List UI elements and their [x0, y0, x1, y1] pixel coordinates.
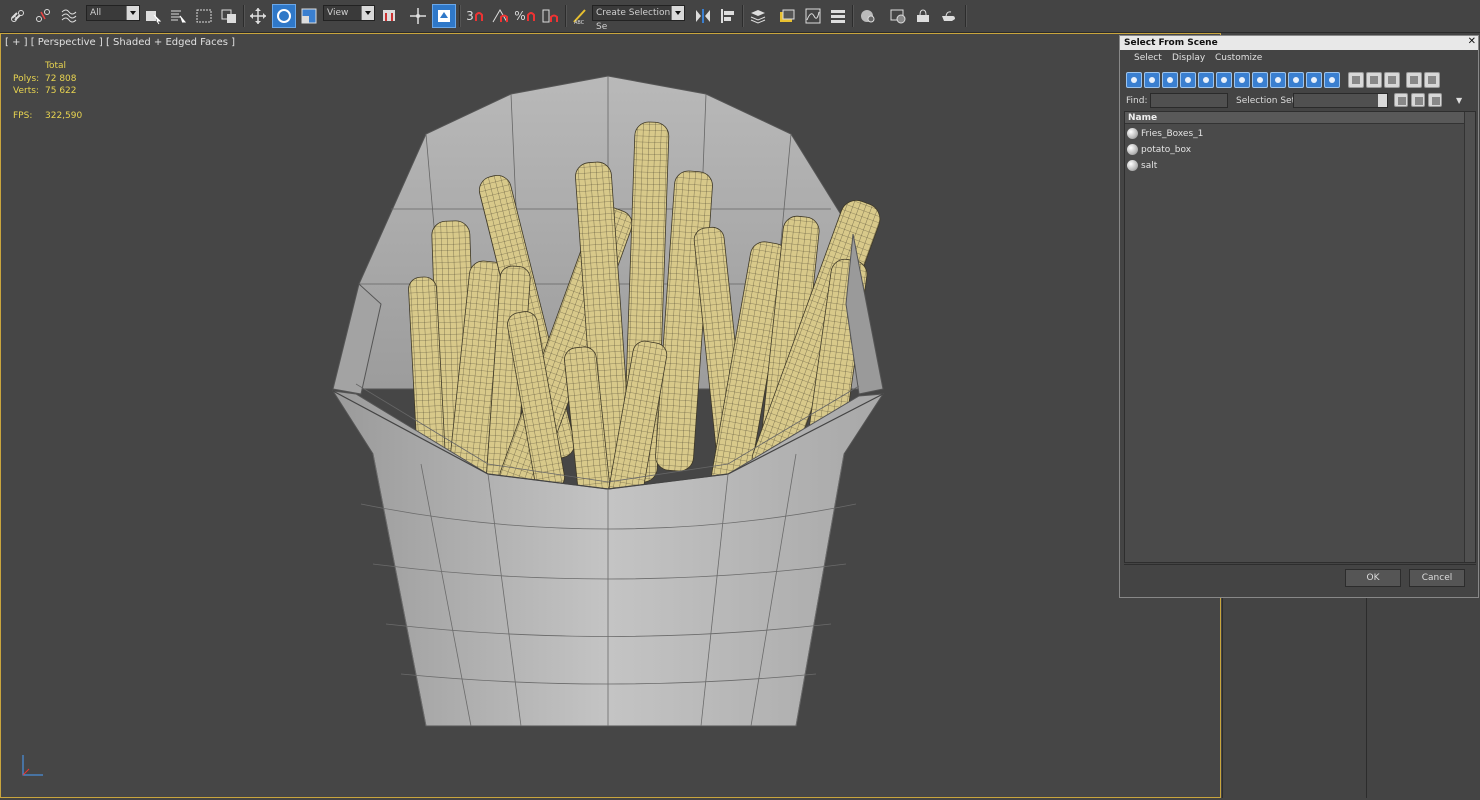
- perspective-viewport[interactable]: [ + ] [ Perspective ] [ Shaded + Edged F…: [0, 33, 1221, 798]
- move-icon[interactable]: [246, 4, 270, 28]
- more-options-icon[interactable]: ▼: [1456, 96, 1462, 105]
- select-by-name-icon[interactable]: [166, 4, 190, 28]
- list-item-label: potato_box: [1141, 145, 1192, 155]
- filter-icon[interactable]: [1406, 72, 1422, 88]
- list-scrollbar[interactable]: [1464, 112, 1475, 562]
- spinner-snap-icon[interactable]: [538, 4, 562, 28]
- name-column-header[interactable]: Name: [1125, 112, 1465, 124]
- menu-select[interactable]: Select: [1134, 53, 1162, 63]
- reference-coordinate-value: View: [327, 8, 349, 18]
- rendered-frame-icon[interactable]: [911, 4, 935, 28]
- list-item[interactable]: salt: [1125, 158, 1465, 174]
- snap-toggle-label: 3: [466, 9, 474, 23]
- axis-tripod-icon: [22, 755, 43, 776]
- snap-toggle-icon[interactable]: 3: [463, 4, 487, 28]
- svg-text:ABC: ABC: [574, 20, 585, 25]
- dialog-title[interactable]: Select From Scene: [1120, 36, 1478, 50]
- selection-set-dropdown[interactable]: [1293, 93, 1388, 108]
- align-icon[interactable]: [716, 4, 740, 28]
- rect-region-icon[interactable]: [192, 4, 216, 28]
- display-geometry-icon[interactable]: [1126, 72, 1142, 88]
- list-item-label: Fries_Boxes_1: [1141, 129, 1204, 139]
- chevron-down-icon: [126, 6, 139, 20]
- select-manipulate-icon[interactable]: [432, 4, 456, 28]
- chevron-down-icon: [1378, 94, 1387, 107]
- display-all-icon[interactable]: [1348, 72, 1364, 88]
- add-to-set-icon[interactable]: [1411, 93, 1425, 107]
- percent-snap-label: %: [514, 9, 526, 23]
- link-icon[interactable]: [6, 4, 30, 28]
- chevron-down-icon: [671, 6, 684, 20]
- display-groups-icon[interactable]: [1234, 72, 1250, 88]
- cancel-button[interactable]: Cancel: [1409, 569, 1465, 587]
- menu-customize[interactable]: Customize: [1215, 53, 1262, 63]
- display-helpers-icon[interactable]: [1198, 72, 1214, 88]
- list-item[interactable]: potato_box: [1125, 142, 1465, 158]
- hierarchy-filter-icon[interactable]: [1424, 72, 1440, 88]
- scene-object-list[interactable]: Name Fries_Boxes_1 potato_box salt: [1124, 111, 1476, 563]
- chevron-down-icon: [361, 6, 374, 20]
- curve-editor-icon[interactable]: [801, 4, 825, 28]
- window-crossing-icon[interactable]: [217, 4, 241, 28]
- rotate-icon[interactable]: [272, 4, 296, 28]
- angle-snap-icon[interactable]: [488, 4, 512, 28]
- render-icon[interactable]: [937, 4, 961, 28]
- fries-box-model[interactable]: [1, 34, 1220, 797]
- display-bones-icon[interactable]: [1270, 72, 1286, 88]
- close-icon[interactable]: ✕: [1468, 36, 1476, 47]
- render-setup-icon[interactable]: [886, 4, 910, 28]
- menu-display[interactable]: Display: [1172, 53, 1205, 63]
- scale-icon[interactable]: [297, 4, 321, 28]
- display-none-icon[interactable]: [1366, 72, 1382, 88]
- display-hidden-icon[interactable]: [1324, 72, 1340, 88]
- selection-lock-icon[interactable]: [406, 4, 430, 28]
- select-set-objects-icon[interactable]: [1394, 93, 1408, 107]
- mirror-icon[interactable]: [691, 4, 715, 28]
- selection-set-label: Selection Set:: [1236, 96, 1299, 106]
- display-space-warps-icon[interactable]: [1216, 72, 1232, 88]
- scene-explorer-icon[interactable]: [775, 4, 799, 28]
- main-toolbar: All View 3 % ABC Create Selection Se: [0, 0, 1480, 33]
- geometry-object-icon: [1127, 144, 1138, 155]
- display-xrefs-icon[interactable]: [1252, 72, 1268, 88]
- material-editor-icon[interactable]: [856, 4, 880, 28]
- name-column-label: Name: [1128, 113, 1158, 123]
- geometry-object-icon: [1127, 128, 1138, 139]
- invert-display-icon[interactable]: [1384, 72, 1400, 88]
- selection-filter-dropdown[interactable]: All: [86, 5, 140, 21]
- geometry-object-icon: [1127, 160, 1138, 171]
- schematic-view-icon[interactable]: [826, 4, 850, 28]
- edit-named-sets-icon[interactable]: ABC: [568, 4, 592, 28]
- list-item[interactable]: Fries_Boxes_1: [1125, 126, 1465, 142]
- reference-coordinate-dropdown[interactable]: View: [323, 5, 375, 21]
- percent-snap-icon[interactable]: %: [513, 4, 537, 28]
- bind-space-warp-icon[interactable]: [57, 4, 81, 28]
- named-selection-set-dropdown[interactable]: Create Selection Se: [592, 5, 685, 32]
- display-cameras-icon[interactable]: [1180, 72, 1196, 88]
- layer-manager-icon[interactable]: [746, 4, 770, 28]
- find-input[interactable]: [1150, 93, 1228, 108]
- named-selection-set-value: Create Selection Se: [596, 8, 671, 32]
- display-containers-icon[interactable]: [1288, 72, 1304, 88]
- display-shapes-icon[interactable]: [1144, 72, 1160, 88]
- find-label: Find:: [1126, 96, 1148, 106]
- selection-filter-value: All: [90, 8, 102, 18]
- display-frozen-icon[interactable]: [1306, 72, 1322, 88]
- remove-from-set-icon[interactable]: [1428, 93, 1442, 107]
- unlink-icon[interactable]: [31, 4, 55, 28]
- list-item-label: salt: [1141, 161, 1158, 171]
- use-pivot-icon[interactable]: [377, 4, 401, 28]
- ok-button[interactable]: OK: [1345, 569, 1401, 587]
- display-lights-icon[interactable]: [1162, 72, 1178, 88]
- select-from-scene-dialog: Select From Scene ✕ Select Display Custo…: [1119, 35, 1479, 598]
- select-object-icon[interactable]: [141, 4, 165, 28]
